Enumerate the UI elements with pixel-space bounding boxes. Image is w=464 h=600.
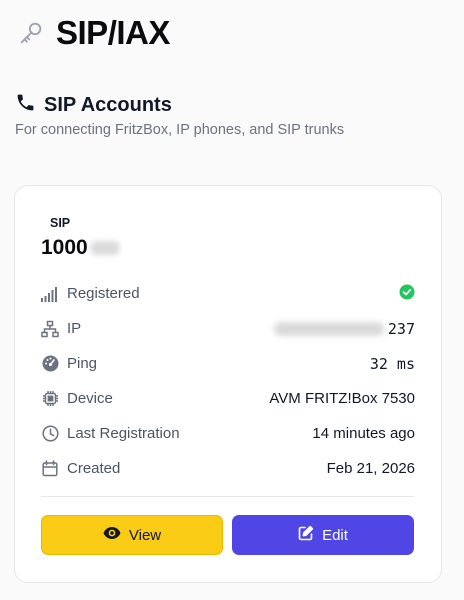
account-type-label: SIP xyxy=(50,216,71,230)
key-icon xyxy=(16,18,46,48)
check-circle-icon xyxy=(399,284,415,304)
detail-label: Registered xyxy=(67,285,140,302)
page-title: SIP/IAX xyxy=(56,14,170,51)
network-icon xyxy=(41,320,59,338)
view-button[interactable]: View xyxy=(41,515,223,555)
page-header: SIP/IAX xyxy=(16,14,170,52)
section-subtitle: For connecting FritzBox, IP phones, and … xyxy=(15,122,345,138)
edit-button-label: Edit xyxy=(322,526,348,544)
edit-icon xyxy=(298,525,314,545)
registered-status xyxy=(399,284,415,304)
account-id: 1000 xyxy=(41,236,120,260)
device-value: AVM FRITZ!Box 7530 xyxy=(269,390,415,407)
created-value: Feb 21, 2026 xyxy=(326,460,415,477)
detail-row-ping: Ping 32 ms xyxy=(41,346,415,381)
redacted-blur xyxy=(273,321,384,336)
detail-label: Ping xyxy=(67,355,98,372)
detail-label: IP xyxy=(67,320,82,337)
phone-icon xyxy=(15,92,36,118)
account-id-text: 1000 xyxy=(41,236,88,259)
view-button-label: View xyxy=(128,526,162,544)
ip-visible-octet: 237 xyxy=(387,319,415,338)
redacted-blur xyxy=(89,241,120,255)
eye-icon xyxy=(103,526,121,544)
detail-label: Created xyxy=(67,460,121,477)
gauge-icon xyxy=(41,355,59,373)
detail-row-last-registration: Last Registration 14 minutes ago xyxy=(41,416,415,451)
detail-row-created: Created Feb 21, 2026 xyxy=(41,451,415,486)
clock-icon xyxy=(41,425,59,443)
section-header: SIP Accounts xyxy=(15,92,172,118)
ping-value: 32 ms xyxy=(369,354,415,373)
signal-icon xyxy=(41,285,59,303)
calendar-icon xyxy=(41,460,59,478)
detail-row-ip: IP 237 xyxy=(41,311,415,346)
section-title: SIP Accounts xyxy=(44,93,172,116)
detail-label: Device xyxy=(67,390,113,407)
detail-row-device: Device AVM FRITZ!Box 7530 xyxy=(41,381,415,416)
detail-row-registered: Registered xyxy=(41,276,415,311)
sip-account-card: SIP 1000 Registered IP 237 Ping 32 ms De… xyxy=(14,185,442,583)
cpu-icon xyxy=(41,390,59,408)
divider xyxy=(41,496,414,497)
last-registration-value: 14 minutes ago xyxy=(312,425,415,442)
edit-button[interactable]: Edit xyxy=(232,515,414,555)
account-details: Registered IP 237 Ping 32 ms Device AVM … xyxy=(41,276,415,486)
ip-value: 237 xyxy=(273,319,415,338)
detail-label: Last Registration xyxy=(67,425,180,442)
